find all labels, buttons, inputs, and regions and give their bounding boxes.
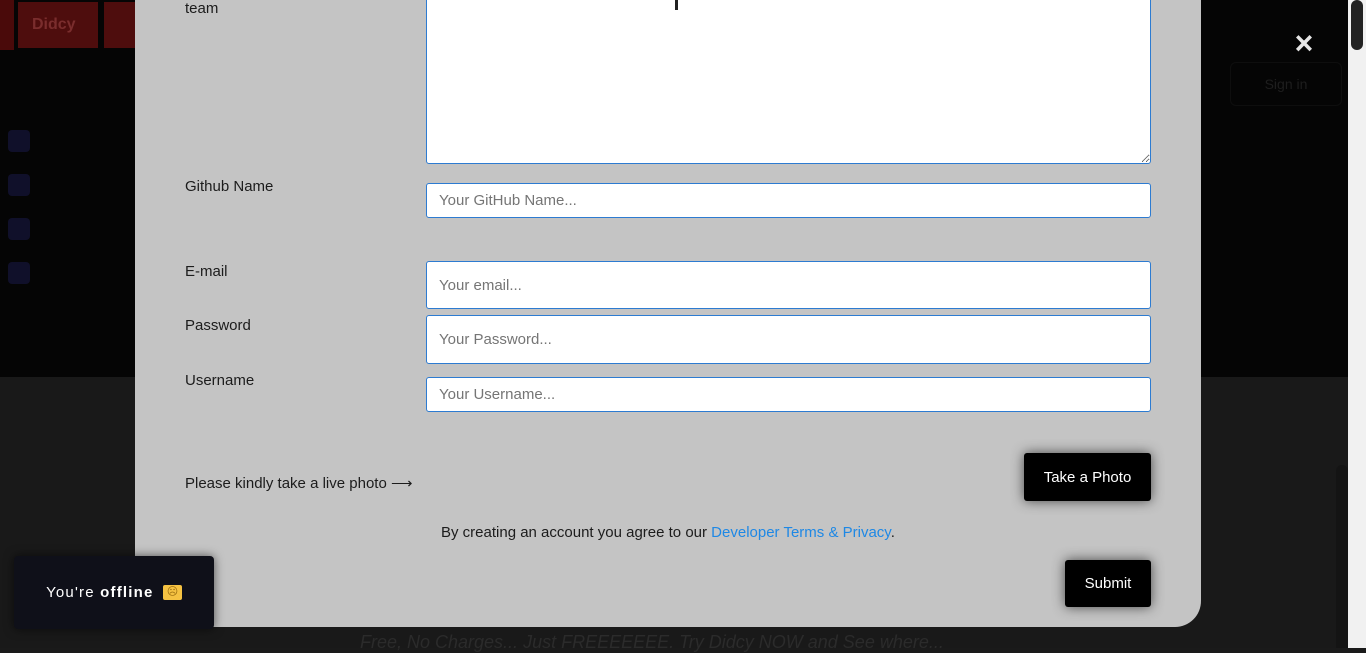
modal-scrollbar-thumb[interactable]: [1336, 465, 1348, 648]
background-logo-accent: [0, 0, 14, 50]
github-label: Github Name: [185, 178, 274, 195]
toast-prefix: You're: [46, 584, 101, 601]
background-logo: Didcy: [18, 2, 98, 48]
github-name-input[interactable]: [426, 183, 1151, 218]
email-label: E-mail: [185, 263, 228, 280]
background-sidebar: [8, 130, 34, 306]
agreement-prefix: By creating an account you agree to our: [441, 524, 712, 541]
email-input[interactable]: [426, 261, 1151, 309]
sad-face-icon: ☹: [162, 584, 182, 600]
team-textarea[interactable]: [426, 0, 1151, 164]
take-photo-button[interactable]: Take a Photo: [1024, 453, 1151, 501]
globe-icon: [8, 262, 30, 284]
background-logo-icon: [104, 2, 135, 48]
user-icon: [8, 174, 30, 196]
password-label: Password: [185, 317, 251, 334]
username-label: Username: [185, 372, 255, 389]
scrollbar-thumb[interactable]: [1351, 0, 1363, 50]
password-input[interactable]: [426, 315, 1151, 364]
offline-toast: You're offline ☹: [14, 556, 214, 629]
toast-status: offline: [100, 584, 154, 601]
background-signin-button: Sign in: [1230, 62, 1342, 106]
menu-icon: [8, 130, 30, 152]
background-bottom-text: Free, No Charges... Just FREEEEEEE. Try …: [360, 632, 944, 652]
submit-button[interactable]: Submit: [1065, 560, 1151, 607]
text-cursor: [675, 0, 678, 10]
agreement-suffix: .: [890, 524, 895, 541]
agreement-text: By creating an account you agree to our …: [441, 524, 895, 541]
developer-terms-link[interactable]: Developer Terms & Privacy: [711, 524, 891, 541]
help-icon: [8, 218, 30, 240]
close-icon[interactable]: ×: [1290, 26, 1318, 60]
scrollbar-track[interactable]: [1348, 0, 1366, 648]
username-input[interactable]: [426, 377, 1151, 412]
photo-prompt: Please kindly take a live photo ⟶: [185, 475, 413, 492]
team-label: team: [185, 0, 219, 17]
